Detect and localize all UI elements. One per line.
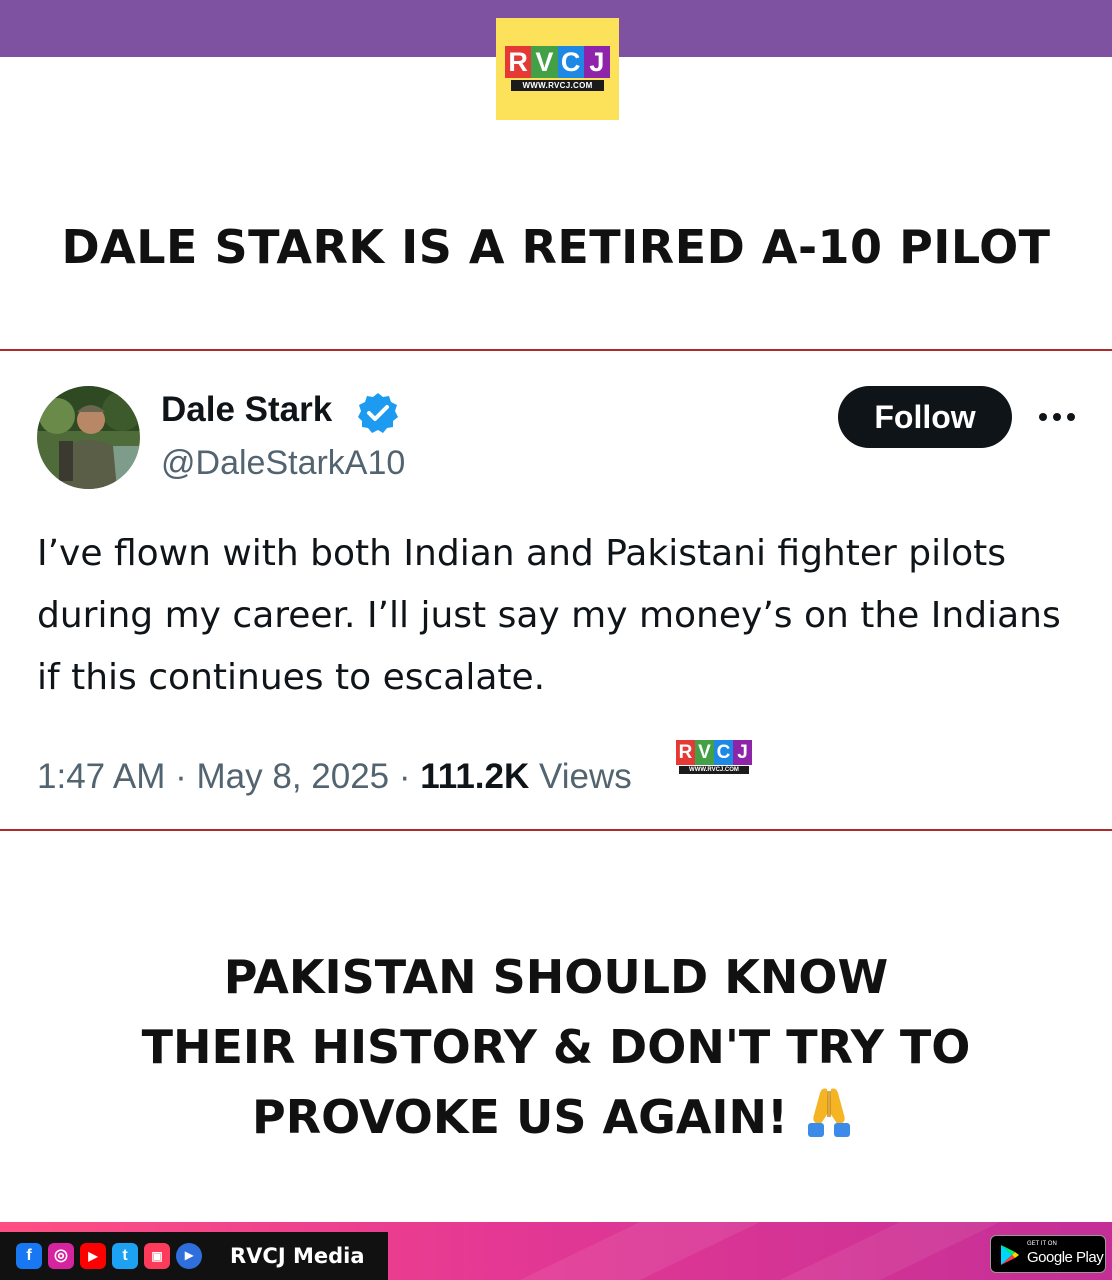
avatar[interactable]	[37, 386, 140, 489]
views-count: 111.2K	[420, 757, 530, 796]
page-headline: DALE STARK IS A RETIRED A-10 PILOT	[61, 220, 1051, 274]
views-label: Views	[539, 757, 632, 796]
divider-bottom	[0, 829, 1112, 831]
tweet-meta: 1:47 AM · May 8, 2025 · 111.2K Views	[37, 752, 632, 802]
meta-separator: ·	[165, 757, 197, 796]
logo-letter-r: R	[505, 46, 532, 78]
more-options-icon[interactable]	[1037, 405, 1077, 429]
bottom-banner: f ◎ ▶ t ▣ ▸ RVCJ Media	[0, 1222, 1112, 1280]
tweet-time[interactable]: 1:47 AM	[37, 757, 165, 796]
folded-hands-icon	[798, 1083, 860, 1139]
tweet-text: I’ve flown with both Indian and Pakistan…	[37, 533, 1061, 698]
brand-name: RVCJ Media	[230, 1244, 365, 1268]
play-icon[interactable]: ▸	[176, 1243, 202, 1269]
verified-badge-icon	[356, 391, 400, 435]
facebook-icon[interactable]: f	[16, 1243, 42, 1269]
logo-url: WWW.RVCJ.COM	[511, 80, 604, 91]
youtube-shorts-icon[interactable]: ▣	[144, 1243, 170, 1269]
google-play-icon	[1001, 1245, 1019, 1265]
follow-button[interactable]: Follow	[838, 386, 1012, 448]
logo-letter-c: C	[557, 46, 584, 78]
store-name: Google Play	[1027, 1249, 1104, 1266]
rvcj-logo: R V C J WWW.RVCJ.COM	[496, 18, 619, 120]
google-play-badge[interactable]: GET IT ON Google Play	[990, 1235, 1106, 1273]
closing-line: PAKISTAN SHOULD KNOW	[223, 950, 889, 1004]
closing-message: PAKISTAN SHOULD KNOW THEIR HISTORY & DON…	[0, 942, 1112, 1152]
closing-line: THEIR HISTORY & DON'T TRY TO	[141, 1020, 971, 1074]
twitter-icon[interactable]: t	[112, 1243, 138, 1269]
watermark-letter-c: C	[714, 740, 733, 765]
watermark-letter-v: V	[695, 740, 714, 765]
instagram-icon[interactable]: ◎	[48, 1243, 74, 1269]
rvcj-watermark: R V C J WWW.RVCJ.COM	[676, 740, 752, 776]
watermark-letter-r: R	[676, 740, 695, 765]
author-name[interactable]: Dale Stark	[161, 388, 332, 432]
closing-line: PROVOKE US AGAIN!	[251, 1090, 789, 1144]
youtube-icon[interactable]: ▶	[80, 1243, 106, 1269]
divider-top	[0, 349, 1112, 351]
social-strip: f ◎ ▶ t ▣ ▸ RVCJ Media	[0, 1232, 388, 1280]
logo-letter-j: J	[583, 46, 610, 78]
store-caption: GET IT ON	[1027, 1241, 1057, 1247]
author-handle[interactable]: @DaleStarkA10	[161, 441, 405, 485]
watermark-url: WWW.RVCJ.COM	[679, 766, 749, 774]
logo-letter-v: V	[531, 46, 558, 78]
closing-line-last: PROVOKE US AGAIN!	[0, 1082, 1112, 1152]
tweet-date[interactable]: May 8, 2025	[197, 757, 390, 796]
meta-separator: ·	[389, 757, 421, 796]
watermark-letter-j: J	[733, 740, 752, 765]
